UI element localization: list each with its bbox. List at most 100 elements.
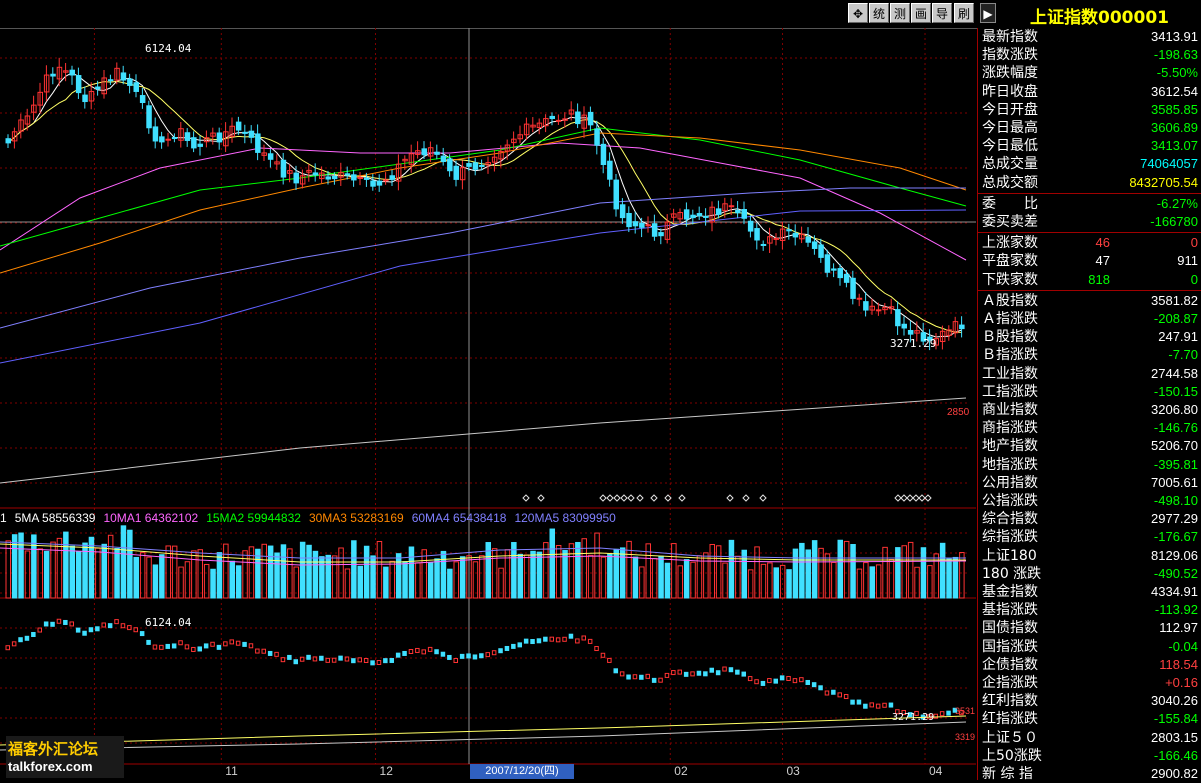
mini-candle (31, 631, 36, 637)
panel-toggle-icon[interactable]: ▶ (980, 3, 996, 23)
quote-row[interactable]: 红指涨跌 -155.84 (978, 710, 1201, 728)
candle-body (440, 155, 447, 162)
signal-diamond (606, 494, 614, 502)
volume-bar (255, 548, 261, 599)
candle-body (376, 180, 383, 186)
volume-bar (146, 556, 152, 599)
volume-bar (357, 565, 363, 599)
quote-row[interactable]: 上涨家数 0 46 (978, 234, 1201, 252)
quote-value: 3612.54 (1151, 83, 1198, 99)
signal-diamond (742, 494, 750, 502)
quote-value: -490.52 (1153, 565, 1198, 581)
quote-row[interactable]: 企指涨跌 +0.16 (978, 674, 1201, 692)
quote-mid-value: 46 (1095, 235, 1110, 251)
signal-diamond (599, 494, 607, 502)
volume-bar (75, 550, 82, 599)
quote-label: 委 比 (982, 195, 1038, 212)
volume-bar (901, 545, 907, 599)
quote-value: -5.50% (1156, 65, 1198, 81)
long-term-line (0, 397, 967, 484)
draw-button[interactable]: 画 (911, 3, 931, 23)
signal-diamond (650, 494, 658, 502)
candle-body (159, 136, 165, 143)
signal-diamond (627, 494, 635, 502)
quote-label: 公用指数 (982, 474, 1038, 491)
quote-row[interactable]: 国指涨跌 -0.04 (978, 638, 1201, 656)
quote-row[interactable]: 今日最高 3606.89 (978, 119, 1201, 137)
quote-row[interactable]: 委买卖差 -166780 (978, 213, 1201, 231)
month-label: 02 (674, 764, 688, 778)
quote-label: 工指涨跌 (982, 383, 1038, 400)
candle-body (434, 151, 440, 155)
quote-row[interactable]: 国债指数 112.97 (978, 619, 1201, 637)
quote-row[interactable]: 工业指数 2744.58 (978, 365, 1201, 383)
quote-row[interactable]: 上证５０ 2803.15 (978, 729, 1201, 747)
quote-row[interactable]: 基金指数 4334.91 (978, 583, 1201, 601)
quote-row[interactable]: 上证180 8129.06 (978, 547, 1201, 565)
mini-candle (562, 636, 567, 642)
mini-low-label: 3271.29 (892, 712, 934, 723)
kline-chart[interactable]: 6124.04 3271.29 2850 6124.04 3271.29 353… (0, 28, 976, 780)
quote-row[interactable]: 商业指数 3206.80 (978, 401, 1201, 419)
quote-row[interactable]: 工指涨跌 -150.15 (978, 383, 1201, 401)
quote-row[interactable]: 昨日收盘 3612.54 (978, 83, 1201, 101)
mini-candle (223, 641, 228, 647)
volume-bar (536, 551, 543, 599)
quote-value: 118.54 (1159, 656, 1198, 672)
volume-bar (920, 547, 927, 599)
quote-row[interactable]: 总成交量 74064057 (978, 155, 1201, 173)
quote-row[interactable]: Ａ股指数 3581.82 (978, 292, 1201, 310)
quote-row[interactable]: 公指涨跌 -498.10 (978, 492, 1201, 510)
volume-bar (594, 532, 600, 599)
mini-candle (267, 650, 273, 656)
stat-button[interactable]: 统 (869, 3, 889, 23)
export-button[interactable]: 导 (932, 3, 952, 23)
quote-row[interactable]: Ｂ股指数 247.91 (978, 328, 1201, 346)
volume-bar (191, 550, 197, 599)
volume-bar (946, 558, 952, 599)
volume-bar (114, 547, 120, 599)
quote-row[interactable]: 今日开盘 3585.85 (978, 101, 1201, 119)
quote-row[interactable]: 基指涨跌 -113.92 (978, 601, 1201, 619)
quote-row[interactable]: 涨跌幅度 -5.50% (978, 64, 1201, 82)
quote-row[interactable]: 180 涨跌 -490.52 (978, 565, 1201, 583)
quote-row[interactable]: 综指涨跌 -176.67 (978, 528, 1201, 546)
quote-row[interactable]: Ｂ指涨跌 -7.70 (978, 346, 1201, 364)
quote-row[interactable]: 指数涨跌 -198.63 (978, 46, 1201, 64)
candle-body (50, 73, 56, 77)
quote-row[interactable]: 委 比 -6.27% (978, 195, 1201, 213)
quote-label: 商业指数 (982, 402, 1038, 418)
quote-row[interactable]: 下跌家数 0 818 (978, 271, 1201, 289)
quote-label: 上50涨跌 (982, 747, 1042, 764)
moving-average-lines (0, 72, 967, 484)
quote-row[interactable]: 总成交额 8432705.54 (978, 174, 1201, 192)
refresh-button[interactable]: 刷 (954, 3, 974, 23)
quote-row[interactable]: 上50涨跌 -166.46 (978, 747, 1201, 765)
quote-row[interactable]: 平盘家数 911 47 (978, 252, 1201, 270)
candle-body (619, 204, 626, 219)
quote-row[interactable]: 商指涨跌 -146.76 (978, 419, 1201, 437)
quote-row[interactable]: 地指涨跌 -395.81 (978, 456, 1201, 474)
quote-row[interactable]: 综合指数 2977.29 (978, 510, 1201, 528)
mini-candle (581, 635, 586, 641)
candle-body (242, 131, 248, 134)
move-icon[interactable]: ✥ (848, 3, 868, 23)
quote-row[interactable]: Ａ指涨跌 -208.87 (978, 310, 1201, 328)
quote-label: 今日最低 (982, 138, 1038, 155)
mini-candle (18, 637, 23, 643)
quote-value: 8129.06 (1151, 547, 1198, 563)
quote-row[interactable]: 企债指数 118.54 (978, 656, 1201, 674)
quote-row[interactable]: 今日最低 3413.07 (978, 137, 1201, 155)
mini-candle (760, 680, 766, 686)
quote-row[interactable]: 新 综 指 2900.82 (978, 765, 1201, 783)
candle-body (658, 232, 664, 237)
quote-row[interactable]: 公用指数 7005.61 (978, 474, 1201, 492)
quote-row[interactable]: 红利指数 3040.26 (978, 692, 1201, 710)
quote-label: 地指涨跌 (982, 456, 1038, 473)
measure-button[interactable]: 测 (890, 3, 910, 23)
candle-body (607, 160, 613, 180)
month-label: 03 (786, 764, 800, 778)
quote-row[interactable]: 地产指数 5206.70 (978, 437, 1201, 455)
quote-row[interactable]: 最新指数 3413.91 (978, 28, 1201, 46)
mini-level-lower: 3319 (955, 732, 975, 742)
